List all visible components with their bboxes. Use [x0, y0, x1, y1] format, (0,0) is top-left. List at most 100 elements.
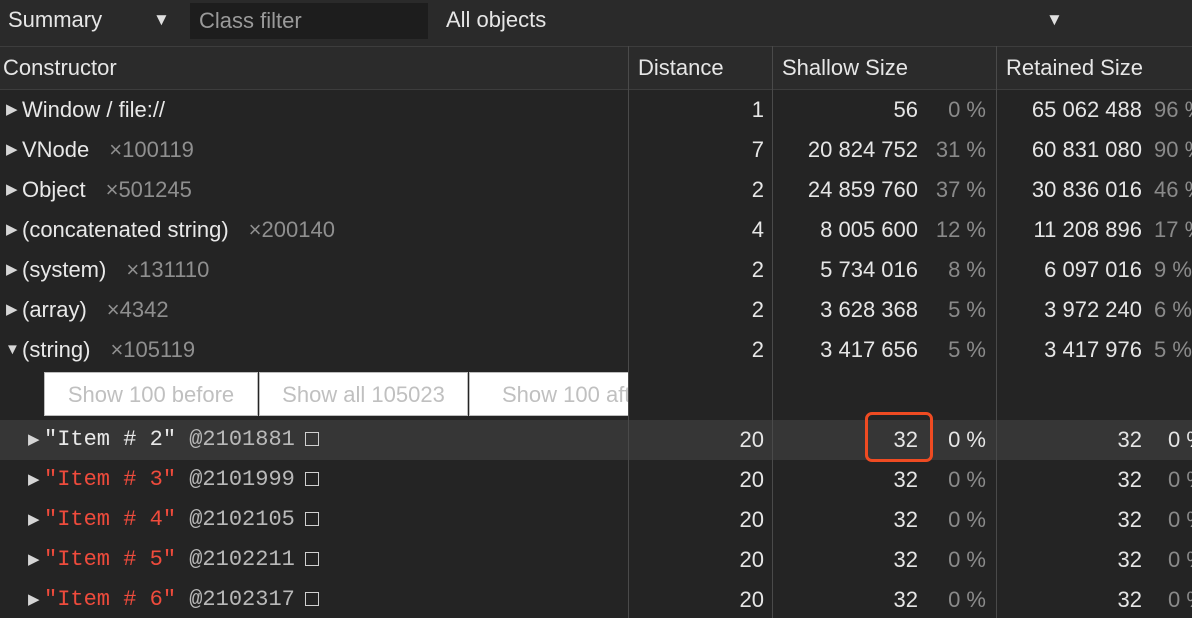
- distance-value: 20: [739, 507, 764, 532]
- object-id: @2101999: [189, 467, 295, 492]
- triangle-right-icon[interactable]: ▶: [6, 130, 18, 170]
- retained-size-percent: 96 %: [1154, 97, 1192, 122]
- string-value: "Item # 5": [44, 547, 177, 572]
- square-icon[interactable]: [304, 432, 319, 446]
- retained-size-value: 32: [1117, 467, 1142, 492]
- shallow-size-percent: 0 %: [948, 587, 986, 612]
- distance-value: 4: [751, 217, 764, 242]
- table-header: Constructor Distance Shallow Size Retain…: [0, 46, 1192, 90]
- triangle-right-icon[interactable]: ▶: [28, 420, 40, 460]
- string-value: "Item # 4": [44, 507, 177, 532]
- triangle-right-icon[interactable]: ▶: [6, 250, 18, 290]
- dropdown-arrow-icon[interactable]: ▼: [153, 0, 170, 40]
- shallow-size-percent: 0 %: [948, 507, 986, 532]
- shallow-size-value: 8 005 600: [820, 217, 918, 242]
- triangle-right-icon[interactable]: ▶: [28, 580, 40, 618]
- square-icon[interactable]: [304, 472, 319, 486]
- triangle-right-icon[interactable]: ▶: [28, 540, 40, 580]
- string-value: "Item # 6": [44, 587, 177, 612]
- retained-size-value: 32: [1117, 427, 1142, 452]
- object-id: @2102211: [189, 547, 295, 572]
- square-icon[interactable]: [304, 512, 319, 526]
- distance-value: 2: [751, 297, 764, 322]
- triangle-right-icon[interactable]: ▶: [28, 500, 40, 540]
- instance-count: ×200140: [248, 217, 335, 242]
- table-row[interactable]: ▼ (string) ×105119 2 3 417 656 5 % 3 417 …: [0, 330, 1192, 370]
- distance-value: 2: [751, 337, 764, 362]
- table-row[interactable]: ▶ "Item # 6" @2102317 20 32 0 % 32 0 %: [0, 580, 1192, 618]
- column-divider[interactable]: [628, 46, 629, 618]
- distance-value: 7: [751, 137, 764, 162]
- table-row[interactable]: ▶ "Item # 4" @2102105 20 32 0 % 32 0 %: [0, 500, 1192, 540]
- column-distance[interactable]: Distance: [638, 47, 724, 89]
- table-row-selected[interactable]: ▶ "Item # 2" @2101881 20 32 0 % 32 0 %: [0, 420, 1192, 460]
- view-select[interactable]: Summary: [8, 0, 102, 40]
- show-100-before-button[interactable]: Show 100 before: [44, 372, 258, 416]
- instance-count: ×501245: [105, 177, 192, 202]
- scope-select[interactable]: All objects: [446, 0, 546, 40]
- table-row[interactable]: ▶ Object ×501245 2 24 859 760 37 % 30 836…: [0, 170, 1192, 210]
- triangle-right-icon[interactable]: ▶: [6, 170, 18, 210]
- table-row[interactable]: ▶ (concatenated string) ×200140 4 8 005 6…: [0, 210, 1192, 250]
- retained-size-percent: 0 %: [1168, 427, 1192, 452]
- retained-size-percent: 0 %: [1168, 507, 1192, 532]
- instance-count: ×100119: [109, 137, 194, 162]
- column-shallow-size[interactable]: Shallow Size: [782, 47, 908, 89]
- retained-size-percent: 5 %: [1154, 337, 1192, 362]
- shallow-size-value: 32: [893, 547, 918, 572]
- constructor-name: (system): [22, 257, 107, 282]
- object-id: @2102317: [189, 587, 295, 612]
- table-row[interactable]: ▶ Window / file:// 1 56 0 % 65 062 488 9…: [0, 90, 1192, 130]
- retained-size-value: 60 831 080: [1031, 137, 1142, 162]
- column-constructor[interactable]: Constructor: [3, 47, 117, 89]
- column-divider[interactable]: [772, 46, 773, 618]
- shallow-size-percent: 8 %: [948, 257, 986, 282]
- table-row[interactable]: ▶ "Item # 3" @2101999 20 32 0 % 32 0 %: [0, 460, 1192, 500]
- retained-size-percent: 17 %: [1154, 217, 1192, 242]
- table-row[interactable]: ▶ "Item # 5" @2102211 20 32 0 % 32 0 %: [0, 540, 1192, 580]
- shallow-size-percent: 37 %: [935, 177, 986, 202]
- show-100-after-button[interactable]: Show 100 after: [469, 372, 628, 416]
- retained-size-percent: 6 %: [1154, 297, 1192, 322]
- triangle-right-icon[interactable]: ▶: [6, 210, 18, 250]
- toolbar: Summary ▼ All objects ▼: [0, 0, 1192, 46]
- square-icon[interactable]: [304, 592, 319, 606]
- distance-value: 1: [751, 97, 764, 122]
- shallow-size-percent: 0 %: [948, 427, 986, 452]
- shallow-size-value: 32: [893, 467, 918, 492]
- object-id: @2102105: [189, 507, 295, 532]
- retained-size-percent: 46 %: [1154, 177, 1192, 202]
- retained-size-value: 11 208 896: [1033, 217, 1142, 242]
- heap-table-body: ▶ Window / file:// 1 56 0 % 65 062 488 9…: [0, 90, 1192, 618]
- shallow-size-percent: 0 %: [948, 97, 986, 122]
- triangle-right-icon[interactable]: ▶: [6, 290, 18, 330]
- highlight-box: [865, 412, 933, 462]
- distance-value: 20: [739, 587, 764, 612]
- shallow-size-value: 32: [893, 587, 918, 612]
- dropdown-arrow-icon[interactable]: ▼: [1046, 0, 1063, 40]
- shallow-size-value: 56: [893, 97, 918, 122]
- shallow-size-value: 3 628 368: [820, 297, 918, 322]
- constructor-name: Window / file://: [22, 97, 166, 122]
- show-all-button[interactable]: Show all 105023: [259, 372, 468, 416]
- shallow-size-percent: 5 %: [948, 337, 986, 362]
- paging-buttons: Show 100 before Show all 105023 Show 100…: [44, 372, 628, 416]
- square-icon[interactable]: [304, 552, 319, 566]
- retained-size-percent: 0 %: [1168, 587, 1192, 612]
- shallow-size-value: 5 734 016: [820, 257, 918, 282]
- shallow-size-percent: 0 %: [948, 467, 986, 492]
- retained-size-value: 3 972 240: [1044, 297, 1142, 322]
- table-row[interactable]: ▶ (array) ×4342 2 3 628 368 5 % 3 972 240…: [0, 290, 1192, 330]
- triangle-right-icon[interactable]: ▶: [6, 90, 18, 130]
- table-row[interactable]: ▶ VNode ×100119 7 20 824 752 31 % 60 831 …: [0, 130, 1192, 170]
- triangle-down-icon[interactable]: ▼: [5, 330, 20, 370]
- class-filter-input[interactable]: [190, 3, 428, 39]
- table-row[interactable]: ▶ (system) ×131110 2 5 734 016 8 % 6 097 …: [0, 250, 1192, 290]
- retained-size-percent: 90 %: [1154, 137, 1192, 162]
- distance-value: 20: [739, 427, 764, 452]
- triangle-right-icon[interactable]: ▶: [28, 460, 40, 500]
- instance-count: ×4342: [106, 297, 169, 322]
- shallow-size-value: 32: [893, 507, 918, 532]
- column-divider[interactable]: [996, 46, 997, 618]
- column-retained-size[interactable]: Retained Size: [1006, 47, 1143, 89]
